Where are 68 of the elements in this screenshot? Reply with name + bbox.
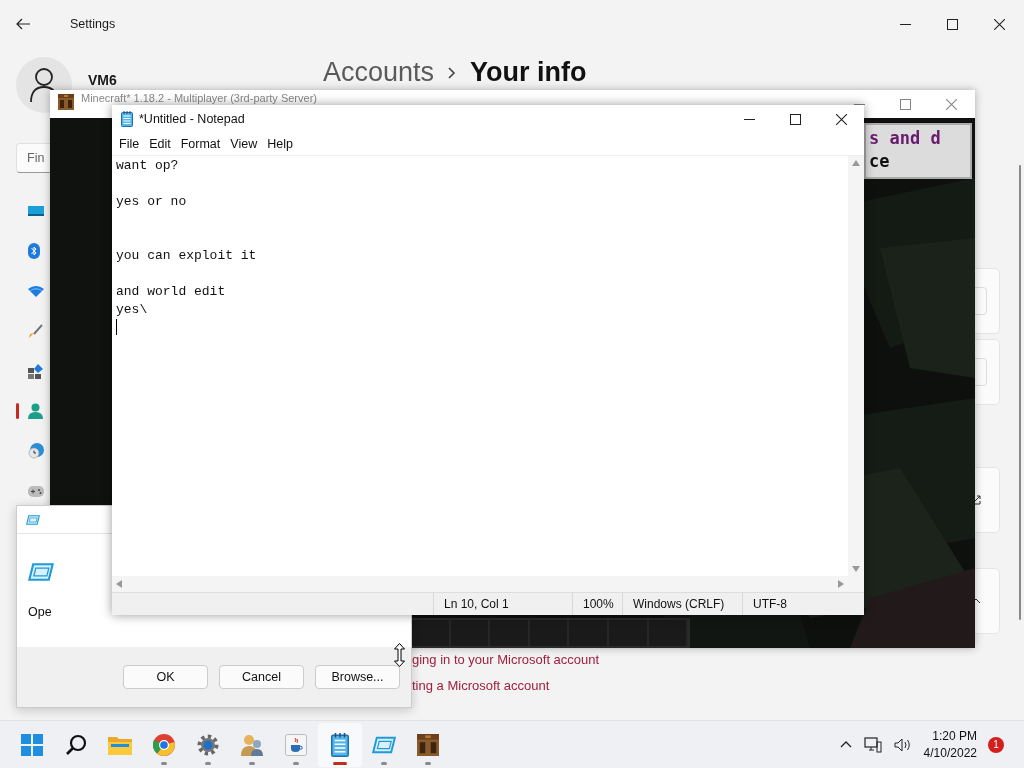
- chat-line: ce: [869, 150, 891, 172]
- close-icon[interactable]: [994, 18, 1005, 30]
- dialog-button[interactable]: Browse...: [315, 665, 400, 689]
- clock-date[interactable]: 4/10/2022: [923, 746, 977, 760]
- people-icon: [240, 733, 264, 756]
- run-icon: [26, 514, 40, 525]
- scrollbar[interactable]: [848, 156, 864, 576]
- clock-time[interactable]: 1:20 PM: [932, 729, 977, 743]
- status-text: Ln 10, Col 1: [433, 593, 572, 615]
- menu-item[interactable]: File: [114, 137, 145, 151]
- chevron-up-icon[interactable]: [839, 741, 852, 748]
- monitor-icon: [28, 205, 44, 217]
- arrow-down-icon[interactable]: [852, 566, 860, 572]
- status-text: UTF-8: [742, 593, 864, 615]
- text-area[interactable]: want op? yes or no you can exploit it and world edit yes\: [112, 156, 848, 576]
- arrow-left-icon[interactable]: [116, 580, 122, 588]
- browser-icon: [153, 733, 175, 756]
- menu-item[interactable]: Edit: [144, 137, 176, 151]
- crafting-table-icon: [58, 94, 74, 110]
- window-title: Minecraft* 1.18.2 - Multiplayer (3rd-party Server): [81, 92, 317, 104]
- wifi-icon: [28, 285, 44, 297]
- coffee-cup-icon: [285, 733, 307, 756]
- dialog-button[interactable]: OK: [123, 665, 208, 689]
- network-icon[interactable]: [863, 736, 882, 753]
- window-title: Settings: [70, 17, 116, 31]
- dialog-button[interactable]: Cancel: [219, 665, 304, 689]
- windows-start-icon: [21, 733, 43, 756]
- breadcrumb-item[interactable]: Accounts: [323, 57, 435, 88]
- menu-item[interactable]: Format: [175, 137, 226, 151]
- window-title: *Untitled - Notepad: [139, 112, 245, 126]
- run-icon: [372, 735, 396, 754]
- run-icon: [28, 561, 54, 583]
- maximize-icon[interactable]: [947, 18, 958, 30]
- gamepad-icon: [28, 485, 44, 497]
- folder-icon: [108, 734, 132, 755]
- brush-icon: [28, 323, 43, 339]
- arrow-up-icon[interactable]: [852, 160, 860, 166]
- maximize-icon[interactable]: [790, 113, 801, 125]
- text-cursor: [116, 319, 117, 335]
- gear-icon: [197, 733, 219, 756]
- notepad-icon: [331, 732, 349, 757]
- apps-icon: [28, 363, 43, 379]
- notification-badge[interactable]: 1: [988, 736, 1004, 753]
- menu-item[interactable]: Help: [262, 137, 298, 151]
- link[interactable]: ging in to your Microsoft account: [412, 652, 1024, 667]
- bluetooth-icon: [28, 243, 40, 259]
- back-arrow-icon[interactable]: [16, 18, 30, 30]
- notepad-icon: [121, 111, 133, 127]
- person-icon: [28, 403, 43, 419]
- search-icon: [65, 733, 87, 756]
- field-label: Ope: [28, 605, 53, 619]
- scrollbar[interactable]: [112, 576, 848, 592]
- close-icon[interactable]: [836, 113, 847, 125]
- link[interactable]: ting a Microsoft account: [412, 678, 1024, 693]
- arrow-right-icon[interactable]: [838, 580, 844, 588]
- chevron-icon: [448, 66, 457, 79]
- menu-item[interactable]: View: [225, 137, 263, 151]
- chat-line: s and d: [869, 127, 942, 149]
- scrollbar[interactable]: [1019, 165, 1021, 620]
- search-field[interactable]: Fin: [16, 143, 50, 173]
- breadcrumb-item: Your info: [470, 57, 587, 88]
- clock-icon: [28, 443, 44, 459]
- status-text: Windows (CRLF): [622, 593, 742, 615]
- volume-icon[interactable]: [893, 737, 912, 752]
- user-name: VM6: [88, 72, 117, 88]
- resize-cursor-icon: [394, 643, 405, 667]
- crafting-table-icon: [417, 733, 439, 756]
- status-text: 100%: [572, 593, 622, 615]
